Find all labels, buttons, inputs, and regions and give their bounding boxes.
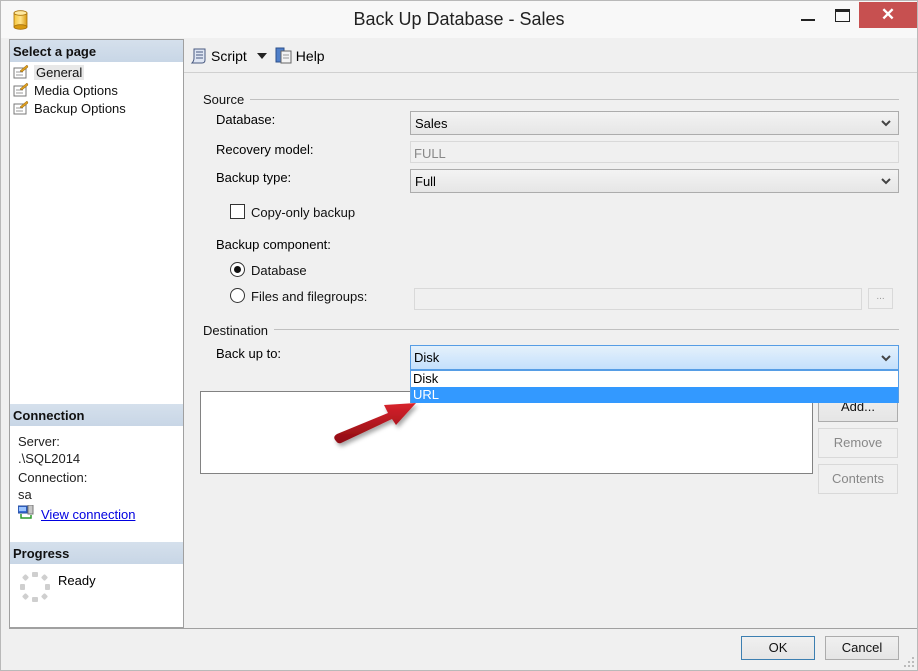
- progress-status: Ready: [58, 573, 96, 588]
- chevron-down-icon: [881, 120, 891, 127]
- page-item-media-options[interactable]: Media Options: [13, 81, 118, 99]
- view-connection-link[interactable]: View connection: [41, 507, 135, 522]
- toolbar: Script Help: [184, 39, 917, 73]
- footer-divider: [9, 628, 917, 629]
- contents-button: Contents: [818, 464, 898, 494]
- page-properties-icon: [13, 83, 29, 97]
- script-dropdown-arrow-icon[interactable]: [256, 52, 267, 59]
- destination-group-line: [203, 329, 899, 330]
- page-item-general[interactable]: General: [13, 63, 85, 81]
- left-panel: Select a page General Media Options Back…: [9, 39, 184, 628]
- cancel-button[interactable]: Cancel: [825, 636, 899, 660]
- database-select[interactable]: Sales: [410, 111, 899, 135]
- page-properties-icon: [13, 101, 29, 115]
- copy-only-checkbox[interactable]: [230, 204, 245, 219]
- chevron-down-icon: [881, 355, 891, 362]
- maximize-button[interactable]: [829, 2, 859, 28]
- help-button[interactable]: Help: [275, 47, 325, 64]
- title-bar: Back Up Database - Sales ✕: [1, 1, 917, 38]
- annotation-arrow-icon: [334, 403, 416, 444]
- maximize-icon: [835, 9, 850, 22]
- resize-grip-icon[interactable]: [904, 657, 914, 667]
- back-up-to-select[interactable]: Disk: [410, 345, 899, 370]
- component-files-radio[interactable]: [230, 288, 245, 303]
- page-item-label: Backup Options: [34, 100, 126, 116]
- page-item-label: Media Options: [34, 82, 118, 98]
- backup-database-dialog: Back Up Database - Sales ✕ Select a page…: [0, 0, 918, 671]
- view-connection-icon: [18, 505, 34, 519]
- help-label: Help: [295, 47, 325, 64]
- minimize-icon: [801, 19, 815, 21]
- source-group-line: [203, 99, 899, 100]
- component-files-label: Files and filegroups:: [251, 289, 368, 304]
- progress-header: Progress: [10, 542, 183, 564]
- progress-spinner-icon: [20, 572, 50, 602]
- connection-header: Connection: [10, 404, 183, 426]
- connection-value: sa: [18, 487, 32, 502]
- select-page-header: Select a page: [10, 40, 183, 62]
- page-item-backup-options[interactable]: Backup Options: [13, 99, 126, 117]
- dropdown-option-url[interactable]: URL: [411, 387, 898, 403]
- dropdown-option-disk[interactable]: Disk: [411, 371, 898, 387]
- close-button[interactable]: ✕: [859, 2, 917, 28]
- connection-label: Connection:: [18, 470, 88, 485]
- minimize-button[interactable]: [796, 2, 826, 28]
- window-title: Back Up Database - Sales: [353, 9, 565, 29]
- script-scroll-icon: [190, 48, 206, 64]
- destination-group-title: Destination: [203, 323, 275, 338]
- filegroups-browse-button: ...: [868, 288, 893, 309]
- chevron-down-icon: [881, 178, 891, 185]
- backup-type-select[interactable]: Full: [410, 169, 899, 193]
- script-label: Script: [211, 47, 247, 64]
- server-value: .\SQL2014: [18, 451, 81, 466]
- filegroups-field: [414, 288, 862, 310]
- backup-type-value: Full: [415, 174, 436, 189]
- copy-only-label: Copy-only backup: [251, 205, 356, 220]
- database-label: Database:: [216, 112, 276, 127]
- component-database-radio[interactable]: [230, 262, 245, 277]
- close-icon: ✕: [880, 5, 896, 24]
- server-label: Server:: [18, 434, 60, 449]
- backup-type-label: Backup type:: [216, 170, 292, 185]
- back-up-to-label: Back up to:: [216, 346, 282, 361]
- help-book-icon: [275, 47, 292, 64]
- destination-list[interactable]: [200, 391, 813, 474]
- page-item-label: General: [34, 64, 85, 80]
- recovery-model-field: FULL: [410, 141, 899, 163]
- back-up-to-value: Disk: [414, 350, 440, 365]
- recovery-model-label: Recovery model:: [216, 142, 314, 157]
- database-value: Sales: [415, 116, 448, 131]
- page-properties-icon: [13, 65, 29, 79]
- component-database-label: Database: [251, 263, 307, 278]
- source-group-title: Source: [203, 92, 251, 107]
- back-up-to-dropdown-list: Disk URL: [410, 370, 899, 403]
- script-button[interactable]: Script: [190, 47, 247, 64]
- ok-button[interactable]: OK: [741, 636, 815, 660]
- backup-component-label: Backup component:: [216, 237, 331, 252]
- remove-button: Remove: [818, 428, 898, 458]
